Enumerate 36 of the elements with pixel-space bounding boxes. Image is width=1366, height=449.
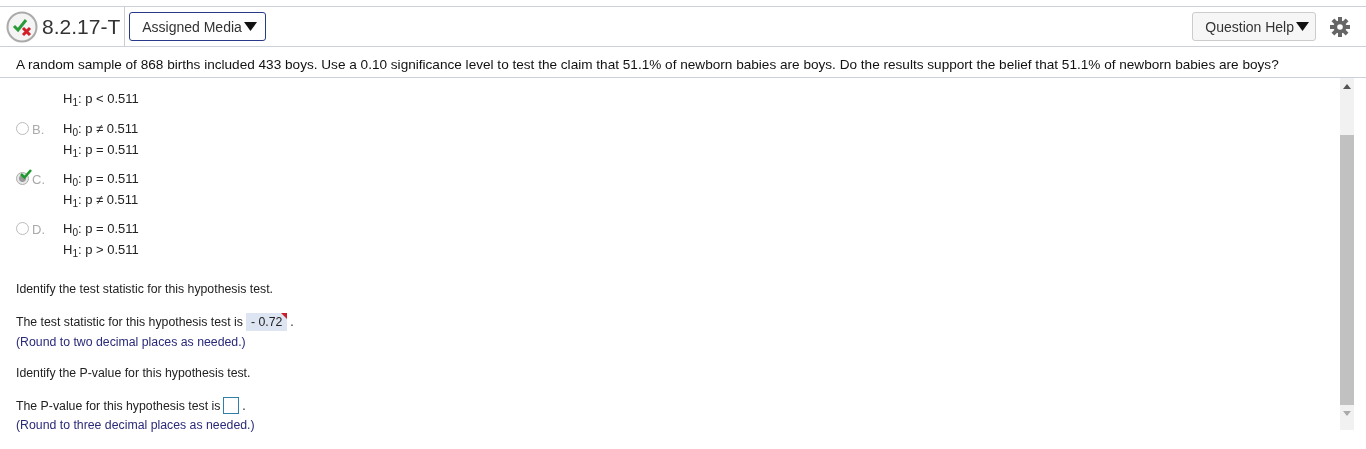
incorrect-flag-icon	[281, 313, 288, 319]
instruction-text: Identify the P-value for this hypothesis test.	[16, 366, 252, 380]
partial-credit-icon	[6, 10, 38, 43]
hypothesis-text: H$_{0}$: p = 0.511	[63, 170, 139, 187]
settings-icon[interactable]	[1330, 16, 1350, 37]
scrollbar[interactable]	[1340, 78, 1354, 430]
radio-button[interactable]	[16, 172, 29, 185]
instruction-text: Identify the test statistic for this hypothesis test.	[16, 282, 274, 296]
caret-icon	[243, 22, 257, 31]
question-help-button[interactable]: Question Help	[1192, 12, 1316, 41]
question-number: 8.2.17-T	[42, 7, 126, 46]
option-letter: D.	[32, 222, 45, 237]
scrollbar-thumb[interactable]	[1340, 135, 1354, 405]
answer-label: The P-value for this hypothesis test is	[16, 398, 221, 413]
rounding-note: (Round to three decimal places as needed.)	[16, 418, 256, 432]
hypothesis-text: H$_{1}$: p > 0.511	[63, 241, 139, 258]
answer-field[interactable]	[223, 397, 240, 414]
caret-icon	[1296, 22, 1309, 31]
period-text: .	[242, 398, 246, 413]
question-text: A random sample of 868 births included 433 boys. Use a 0.10 significance level to test the claim that 51.1% of newborn babies are boys. Do the results support the belief that 51.1% of newborn babies are boys?	[16, 57, 1280, 72]
answer-label: The test statistic for this hypothesis test is	[16, 315, 243, 329]
option-letter: B.	[32, 122, 45, 137]
hypothesis-text: H$_{0}$: p ≠ 0.511	[63, 120, 139, 137]
assigned-media-button[interactable]: Assigned Media	[129, 12, 266, 41]
option-letter: C.	[32, 172, 45, 187]
rounding-note: (Round to two decimal places as needed.)	[16, 335, 247, 349]
hypothesis-text: H$_{1}$: p ≠ 0.511	[63, 191, 139, 208]
scroll-up-icon[interactable]	[1343, 84, 1351, 89]
radio-button[interactable]	[16, 222, 29, 235]
hypothesis-text: H$_{1}$: p < 0.511	[63, 90, 139, 107]
hypothesis-text: H$_{0}$: p = 0.511	[63, 220, 139, 237]
hypothesis-text: H$_{1}$: p = 0.511	[63, 141, 139, 158]
scroll-down-icon[interactable]	[1343, 411, 1351, 416]
period-text: .	[290, 315, 294, 329]
answer-field[interactable]: - 0.72	[245, 313, 288, 331]
radio-button[interactable]	[16, 122, 29, 135]
